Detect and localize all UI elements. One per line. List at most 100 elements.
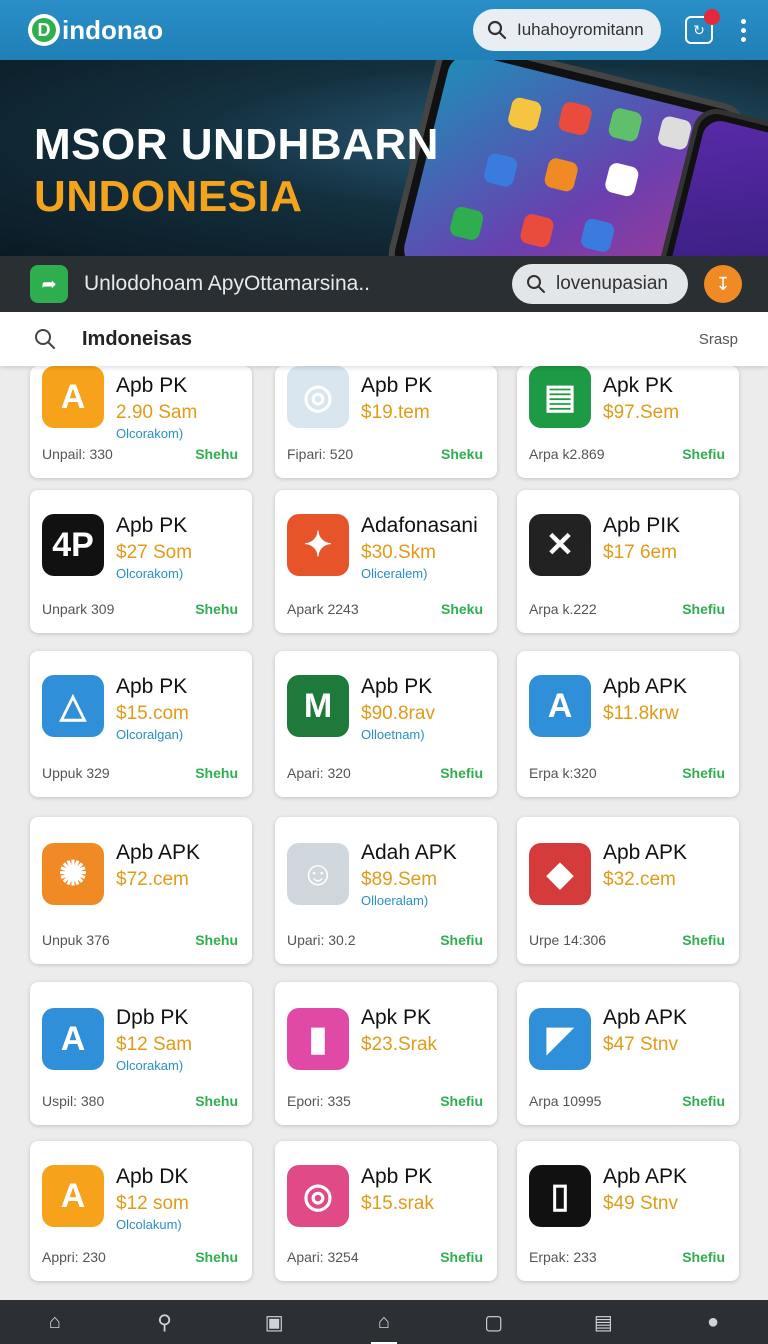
explore-icon[interactable]: ⚲ [152, 1309, 178, 1335]
app-action-link[interactable]: Shehu [195, 601, 238, 617]
app-card[interactable]: M Apb PK $90.8rav Olloetnam) Apari: 320 Shefi… [275, 651, 497, 797]
top-app-bar: D indonao Iuhahoyromitann ↻ [0, 0, 768, 60]
brand-logo[interactable]: D indonao [28, 14, 163, 46]
download-icon[interactable]: ↧ [704, 265, 742, 303]
app-price: $17 6em [603, 542, 677, 563]
library-icon[interactable]: ▤ [590, 1309, 616, 1335]
app-price: $90.8rav [361, 703, 435, 724]
app-name: Apb PIK [603, 514, 681, 537]
app-action-link[interactable]: Shefiu [682, 446, 725, 462]
app-action-link[interactable]: Shehu [195, 446, 238, 462]
app-card[interactable]: ✺ Apb APK $72.cem Unpuk 376 Shehu [30, 817, 252, 964]
app-action-link[interactable]: Shehu [195, 1249, 238, 1265]
app-card[interactable]: ✦ Adafonasani $30.Skm Oliceralem) Apark 2243… [275, 490, 497, 633]
app-action-link[interactable]: Shefiu [682, 1093, 725, 1109]
app-name: Dpb PK [116, 1006, 189, 1029]
app-icon: ▤ [529, 366, 591, 428]
app-name: Apb PK [116, 514, 188, 537]
app-name: Apb APK [603, 1006, 688, 1029]
app-price: $32.cem [603, 869, 676, 890]
app-card[interactable]: ◆ Apb APK $32.cem Urpe 14:306 Shefiu [517, 817, 739, 964]
app-price: $89.Sem [361, 869, 438, 890]
secondary-search-box[interactable]: lovenupasian [512, 264, 688, 304]
app-category: Olcorakam) [116, 1058, 184, 1073]
app-icon: ✺ [42, 843, 104, 905]
app-name: Apb APK [116, 841, 201, 864]
app-action-link[interactable]: Shefiu [440, 1249, 483, 1265]
app-action-link[interactable]: Sheku [441, 446, 483, 462]
app-name: Adafonasani [361, 514, 478, 537]
hero-banner[interactable]: MSOR UNDHBARN UNDONESIA [0, 60, 768, 256]
profile-icon[interactable]: ● [700, 1309, 726, 1335]
app-card[interactable]: ▤ Apk PK $97.Sem Arpa k2.869 Shefiu [517, 366, 739, 478]
app-price: $30.Skm [361, 542, 436, 563]
app-icon: ▯ [529, 1165, 591, 1227]
home-icon[interactable]: ⌂ [42, 1309, 68, 1335]
app-card[interactable]: ◎ Apb PK $19.tem Fipari: 520 Sheku [275, 366, 497, 478]
app-category: Olcoralgan) [116, 727, 184, 742]
app-icon: 4P [42, 514, 104, 576]
search-row[interactable]: Imdoneisas Srasp [0, 312, 768, 366]
app-card[interactable]: ☺ Adah APK $89.Sem Olloeralam) Upari: 30.2 Sh… [275, 817, 497, 964]
app-grid: A Apb PK 2.90 Sam Olcorakom) Unpail: 330 Sheh… [0, 366, 768, 1300]
top-search-text: Iuhahoyromitann [517, 20, 644, 39]
store-icon[interactable]: ⌂ [370, 1309, 397, 1344]
notification-badge [704, 9, 720, 25]
app-name: Apb APK [603, 675, 688, 698]
app-footer-stat: Apari: 320 [287, 765, 351, 781]
search-action-button[interactable]: Srasp [699, 331, 738, 348]
app-icon: ✕ [529, 514, 591, 576]
app-action-link[interactable]: Sheku [441, 601, 483, 617]
app-category: Olcorakom) [116, 566, 184, 581]
app-footer-stat: Uppuk 329 [42, 765, 110, 781]
secondary-search-text: lovenupasian [556, 273, 668, 294]
app-card[interactable]: △ Apb PK $15.com Olcoralgan) Uppuk 329 Shehu [30, 651, 252, 797]
app-footer-stat: Upari: 30.2 [287, 932, 356, 948]
app-name: Apb PK [116, 374, 188, 397]
app-card[interactable]: ◎ Apb PK $15.srak Apari: 3254 Shefiu [275, 1141, 497, 1281]
app-category: Olloetnam) [361, 727, 425, 742]
notification-icon[interactable]: ↻ [685, 9, 720, 44]
app-action-link[interactable]: Shefiu [440, 765, 483, 781]
app-price: $19.tem [361, 402, 430, 423]
app-icon: A [529, 675, 591, 737]
top-search-box[interactable]: Iuhahoyromitann [473, 9, 661, 51]
app-action-link[interactable]: Shefiu [682, 765, 725, 781]
app-name: Apb PK [361, 1165, 433, 1188]
app-card[interactable]: ✕ Apb PIK $17 6em Arpa k.222 Shefiu [517, 490, 739, 633]
app-action-link[interactable]: Shefiu [440, 1093, 483, 1109]
app-footer-stat: Apari: 3254 [287, 1249, 359, 1265]
app-footer-stat: Erpak: 233 [529, 1249, 597, 1265]
app-name: Adah APK [361, 841, 457, 864]
app-name: Apb APK [603, 841, 688, 864]
app-category: Oliceralem) [361, 566, 428, 581]
app-card[interactable]: ▯ Apb APK $49 Stnv Erpak: 233 Shefiu [517, 1141, 739, 1281]
app-action-link[interactable]: Shehu [195, 1093, 238, 1109]
share-icon[interactable]: ➦ [30, 265, 68, 303]
app-action-link[interactable]: Shefiu [440, 932, 483, 948]
app-card[interactable]: 4P Apb PK $27 Som Olcorakom) Unpark 309 Shehu [30, 490, 252, 633]
app-price: 2.90 Sam [116, 402, 198, 423]
app-category: Olloeralam) [361, 893, 429, 908]
apps-icon[interactable]: ▣ [261, 1309, 287, 1335]
app-footer-stat: Apark 2243 [287, 601, 359, 617]
app-card[interactable]: A Dpb PK $12 Sam Olcorakam) Uspil: 380 Shehu [30, 982, 252, 1125]
app-card[interactable]: ◤ Apb APK $47 Stnv Arpa 10995 Shefiu [517, 982, 739, 1125]
app-action-link[interactable]: Shefiu [682, 601, 725, 617]
app-card[interactable]: A Apb APK $11.8krw Erpa k:320 Shefiu [517, 651, 739, 797]
bottom-navigation: ⌂ ⚲ ▣ ⌂ ▢ ▤ ● [0, 1300, 768, 1344]
app-icon: ◎ [287, 366, 349, 428]
app-card[interactable]: ▮ Apk PK $23.Srak Epori: 335 Shefiu [275, 982, 497, 1125]
app-action-link[interactable]: Shefiu [682, 1249, 725, 1265]
app-action-link[interactable]: Shehu [195, 765, 238, 781]
app-card[interactable]: A Apb DK $12 som Olcolakum) Appri: 230 Shehu [30, 1141, 252, 1281]
app-footer-stat: Arpa k2.869 [529, 446, 605, 462]
app-card[interactable]: A Apb PK 2.90 Sam Olcorakom) Unpail: 330 Sheh… [30, 366, 252, 478]
app-action-link[interactable]: Shefiu [682, 932, 725, 948]
app-icon: △ [42, 675, 104, 737]
more-icon[interactable] [741, 18, 746, 42]
search-query: Imdoneisas [82, 327, 193, 350]
square-icon[interactable]: ▢ [481, 1309, 507, 1335]
app-action-link[interactable]: Shehu [195, 932, 238, 948]
app-icon: ☺ [287, 843, 349, 905]
